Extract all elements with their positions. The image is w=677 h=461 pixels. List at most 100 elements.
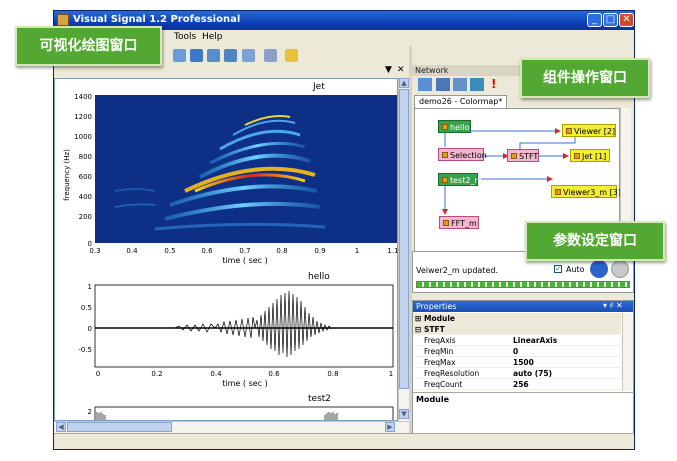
jet-ytick: 400 [79,193,92,201]
app-icon [57,14,69,26]
network-tab[interactable]: demo26 - Colormap* [414,95,508,109]
jet-xtick: 0.3 [89,247,100,255]
jet-ytick: 600 [79,173,92,181]
stop-button-icon[interactable] [611,260,629,278]
plots-svg: Jet 1400 1200 1000 800 600 400 200 0 fre… [63,82,397,420]
hello-xtick: 0.8 [327,370,338,378]
maximize-button[interactable]: □ [603,13,618,27]
property-row[interactable]: FreqResolution auto (75) [413,368,621,379]
run-button-icon[interactable] [590,260,608,278]
cursor-tool-icon[interactable] [242,49,255,62]
property-row[interactable]: FreqMax 1500 [413,357,621,368]
close-button[interactable]: ✕ [619,13,634,27]
settings-dropdown-icon[interactable] [285,49,298,62]
test2-ytick: 2 [88,408,92,416]
node-stft[interactable]: STFT [507,149,539,162]
test2-title: test2 [308,394,331,404]
property-group-stft[interactable]: ⊟ STFT [413,324,621,335]
scroll-left-icon[interactable]: ◀ [56,422,66,432]
jet-ytick: 1400 [74,93,92,101]
scroll-down-icon[interactable]: ▼ [399,409,409,419]
node-viewer-2[interactable]: Viewer [2] [562,124,616,137]
annotation-parameter-window: 参数设定窗口 [525,221,665,261]
plot-area[interactable]: Jet 1400 1200 1000 800 600 400 200 0 fre… [54,78,398,421]
zoom-tool-icon[interactable] [190,49,203,62]
node-viewer3-m[interactable]: Viewer3_m [3] [551,185,621,198]
hello-xtick: 0.4 [210,370,222,378]
expand-icon[interactable]: ⊞ [415,313,421,324]
jet-xtick: 0.8 [276,247,287,255]
hello-xtick: 0 [96,370,100,378]
hello-ytick: -0.5 [78,346,92,354]
hello-frame [94,284,394,368]
progress-bar [416,281,630,288]
hello-ytick: 0 [88,325,92,333]
jet-ytick: 1000 [74,133,92,141]
node-hello[interactable]: hello [438,120,471,133]
doc-dropdown-icon[interactable]: ▼ [385,65,392,75]
scroll-up-icon[interactable]: ▲ [399,78,409,88]
property-row[interactable]: FreqAxis LinearAxis [413,335,621,346]
hello-xtick: 0.2 [151,370,162,378]
jet-ytick: 1200 [74,113,92,121]
scroll-thumb[interactable] [399,89,409,389]
window-title: Visual Signal 1.2 Professional [73,14,241,25]
hello-title: hello [308,272,330,282]
jet-xtick: 0.5 [164,247,175,255]
jet-ytick: 200 [79,213,92,221]
properties-panel: Properties ▾ ♯ ✕ ⊞ Module ⊟ STFT FreqAxi… [412,300,634,435]
jet-xtick: 0.7 [239,247,250,255]
network-tool-icon[interactable] [453,78,467,91]
property-group-module[interactable]: ⊞ Module [413,313,621,324]
minimize-button[interactable]: _ [587,13,602,27]
hello-xlabel: time ( sec ) [222,379,267,388]
node-jet-1[interactable]: Jet [1] [570,149,610,162]
alert-icon[interactable]: ! [491,77,496,91]
annotation-plot-window: 可视化绘图窗口 [15,26,162,66]
hscroll-thumb[interactable] [67,422,172,432]
zoom-x-tool-icon[interactable] [207,49,220,62]
jet-xtick: 0.9 [314,247,325,255]
zoom-y-tool-icon[interactable] [224,49,237,62]
hello-x-axis: 0 0.2 0.4 0.6 0.8 1 [96,370,393,378]
status-bar [54,433,634,449]
node-selection[interactable]: Selection [438,148,487,161]
properties-header-controls[interactable]: ▾ ♯ ✕ [603,301,623,310]
property-row[interactable]: FreqMin 0 [413,346,621,357]
collapse-icon[interactable]: ⊟ [415,324,421,335]
hello-xtick: 1 [389,370,393,378]
hello-ytick: 1 [88,283,92,291]
node-fft-m[interactable]: FFT_m [439,216,479,229]
link-tool-icon[interactable] [264,49,277,62]
jet-xtick: 1 [355,247,359,255]
jet-ytick: 800 [79,153,92,161]
property-description: Module [416,395,450,404]
jet-title: Jet [312,82,325,92]
jet-xlabel: time ( sec ) [222,256,267,265]
jet-xtick: 1.1 [387,247,397,255]
hello-ytick: 0.5 [81,304,92,312]
hello-xtick: 0.6 [268,370,280,378]
annotation-component-window: 组件操作窗口 [520,58,650,98]
plot-vertical-scrollbar[interactable]: ▲ ▼ [398,78,409,421]
plot-horizontal-scrollbar[interactable]: ◀ ▶ [54,421,409,433]
auto-label: Auto [566,265,585,274]
jet-x-axis: 0.3 0.4 0.5 0.6 0.7 0.8 0.9 1 1.1 [89,247,397,255]
pan-tool-icon[interactable] [173,49,186,62]
menu-tools[interactable]: Tools [174,32,196,42]
menu-help[interactable]: Help [202,32,223,42]
network-tool-icon[interactable] [418,78,432,91]
network-tool-icon[interactable] [470,78,484,91]
properties-header: Properties ▾ ♯ ✕ [413,301,633,312]
scroll-right-icon[interactable]: ▶ [385,422,395,432]
jet-xtick: 0.6 [201,247,213,255]
property-row[interactable]: FreqCount 256 [413,379,621,390]
auto-checkbox[interactable]: ✓ [554,265,562,273]
doc-close-icon[interactable]: ✕ [397,65,405,75]
properties-scrollbar[interactable] [622,313,633,391]
jet-xtick: 0.4 [126,247,138,255]
network-tool-icon[interactable] [436,78,450,91]
test2-frame [94,406,394,420]
node-test2-m[interactable]: test2_m [438,173,482,186]
plot-doc-bar: ▼ ✕ [54,65,409,79]
